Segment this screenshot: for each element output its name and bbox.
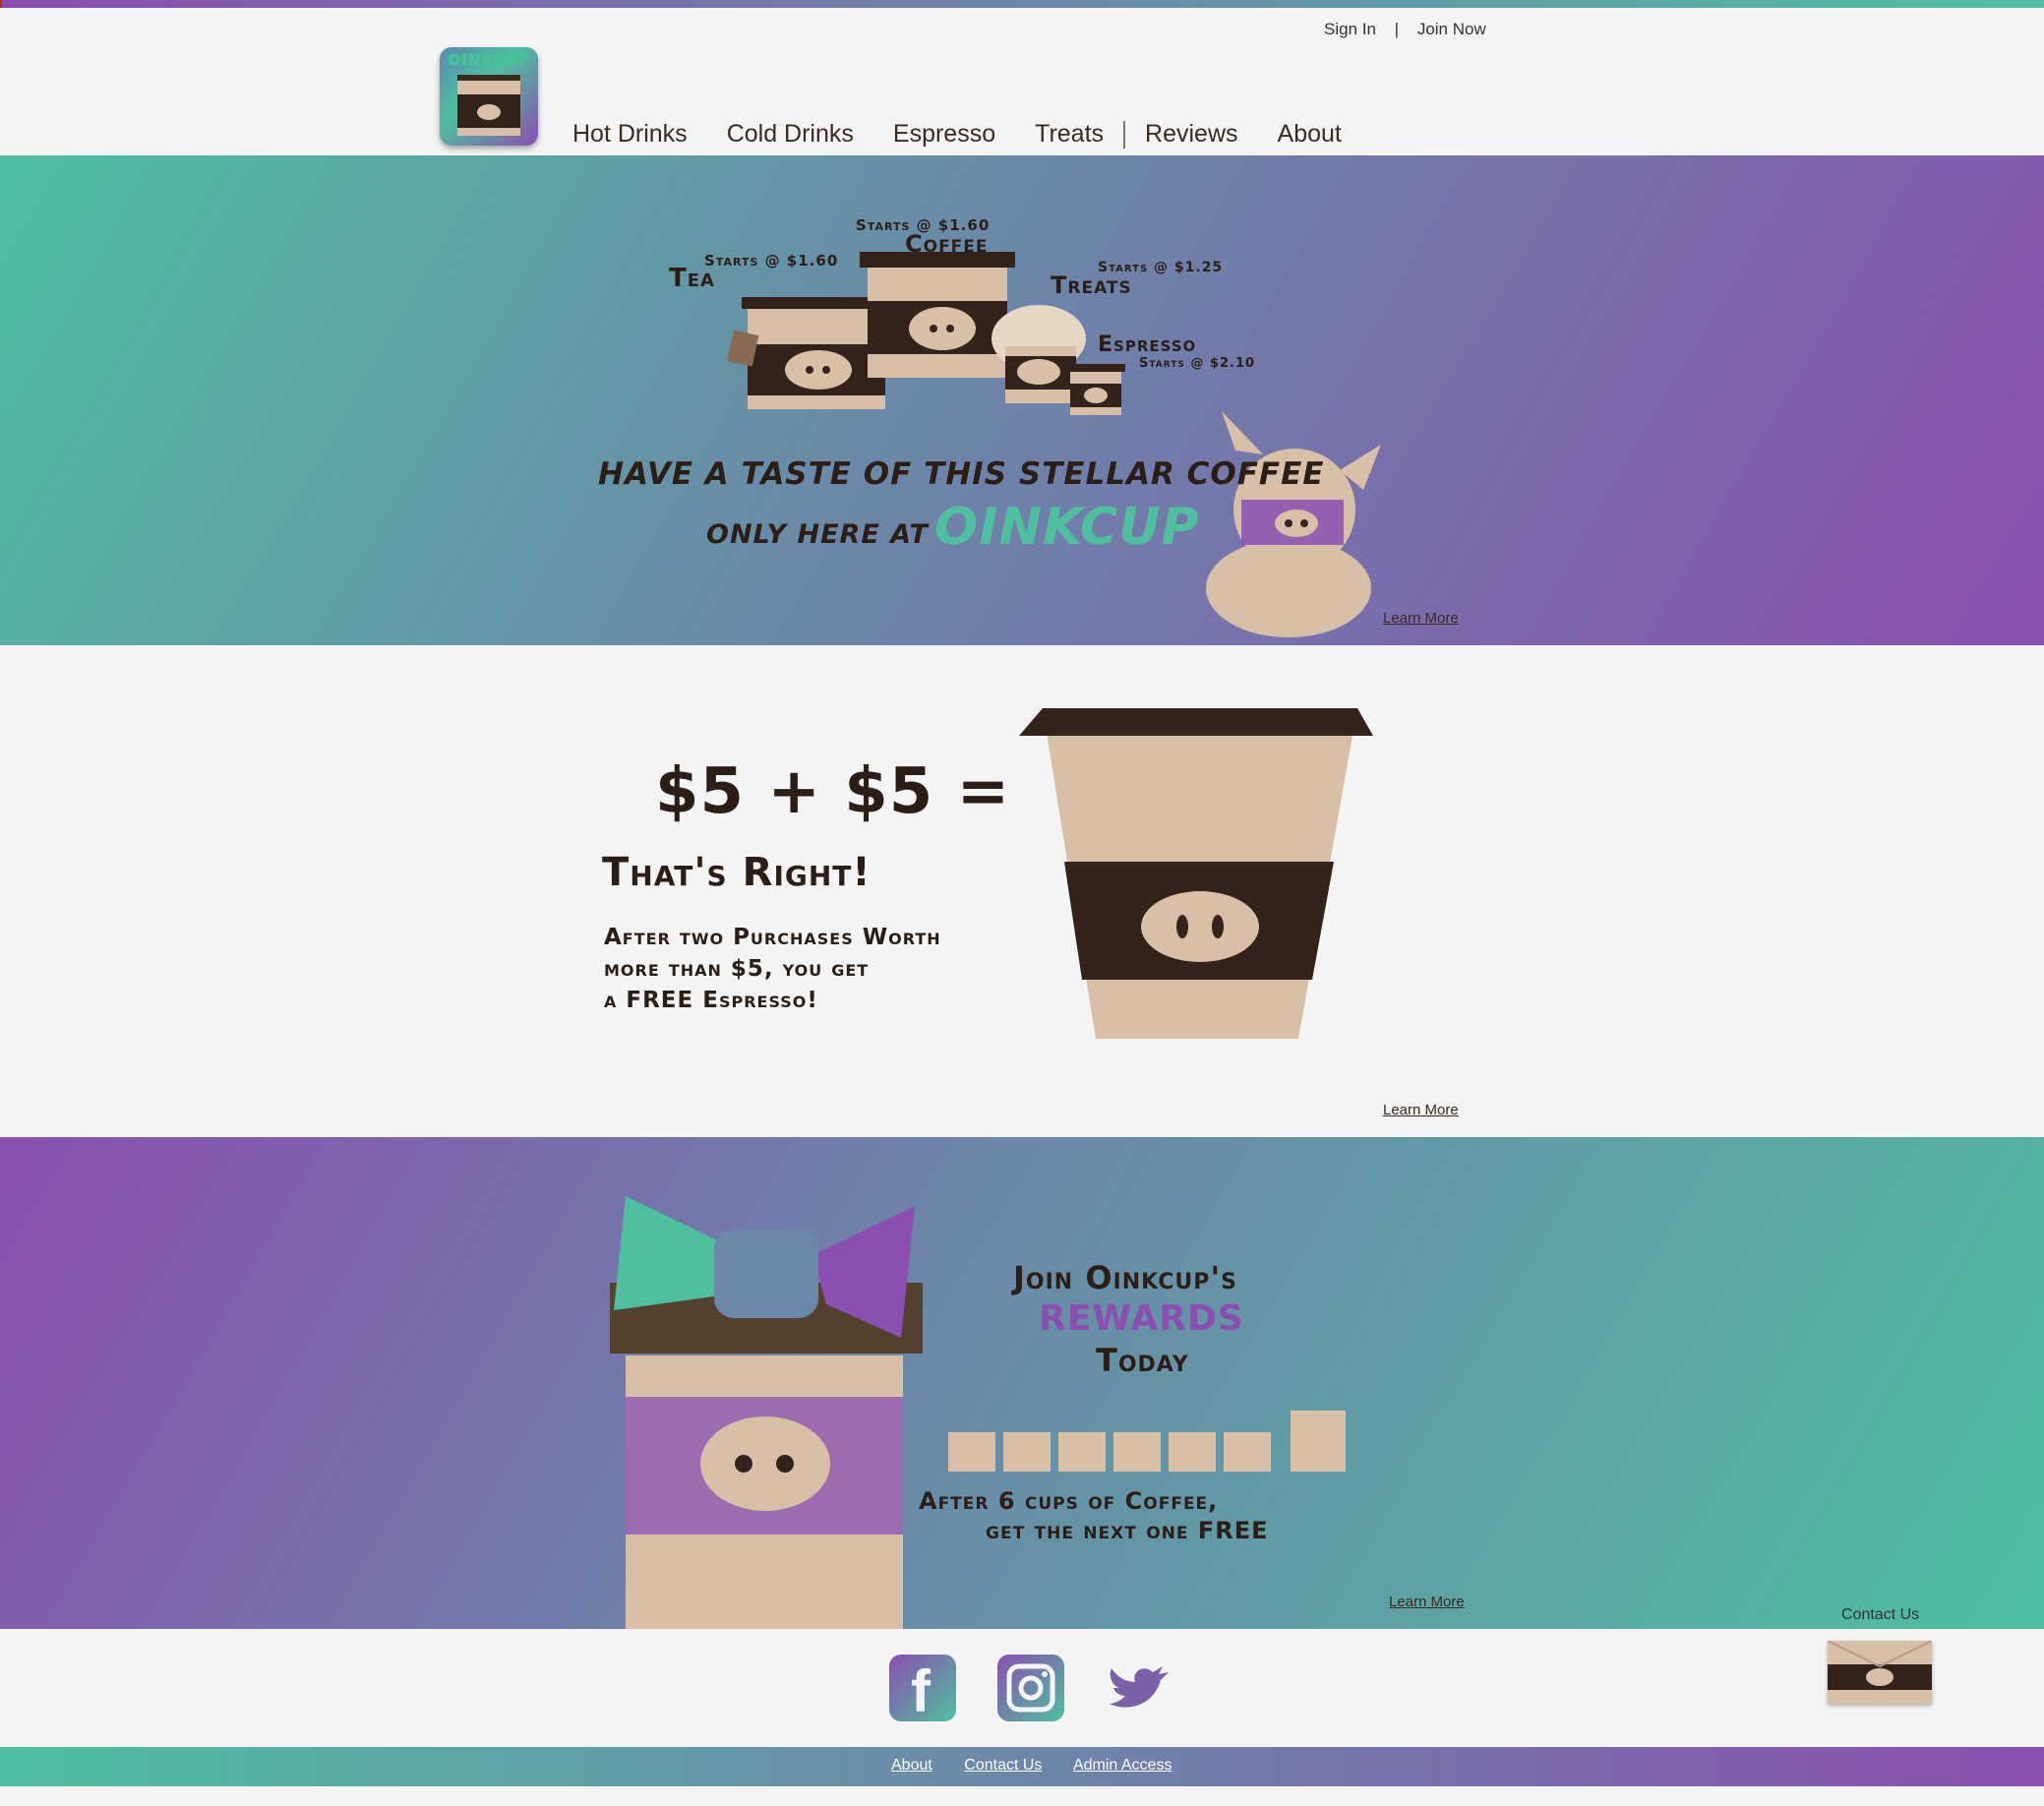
auth-links: Sign In | Join Now — [1324, 20, 1486, 39]
site-header: Sign In | Join Now OINKCUP Hot Drinks Co… — [0, 8, 2044, 155]
footer-about-link[interactable]: About — [891, 1757, 932, 1774]
site-logo[interactable]: OINKCUP — [440, 47, 538, 146]
promo-body-1: After two Purchases Worth — [604, 925, 941, 950]
nav-about[interactable]: About — [1278, 120, 1342, 149]
tea-price: Starts @ $1.60 — [704, 252, 839, 270]
footer-contact-link[interactable]: Contact Us — [964, 1757, 1042, 1774]
facebook-icon[interactable]: f — [889, 1655, 956, 1724]
footer-admin-link[interactable]: Admin Access — [1073, 1757, 1172, 1774]
nav-reviews[interactable]: Reviews — [1145, 120, 1237, 149]
treats-label: Treats — [1051, 271, 1132, 299]
hero-banner: Starts @ $1.60 Tea Starts @ $1.60 Coffee… — [0, 155, 2044, 645]
reward-cups-row — [948, 1411, 1346, 1472]
site-footer: About Contact Us Admin Access — [0, 1747, 2044, 1786]
rewards-line-1: Join Oinkcup's — [1013, 1259, 1237, 1296]
espresso-cup-icon — [1066, 364, 1125, 415]
coffee-cup-icon — [860, 252, 1015, 378]
rewards-body-2: get the next one FREE — [986, 1517, 1269, 1544]
gift-box-icon — [610, 1196, 923, 1629]
rewards-body-1: After 6 cups of Coffee, — [919, 1487, 1219, 1515]
envelope-icon[interactable] — [1827, 1640, 1933, 1704]
pig-mascot-icon — [1206, 411, 1381, 637]
hero-illustration — [727, 252, 1381, 637]
nav-hot-drinks[interactable]: Hot Drinks — [572, 120, 688, 149]
big-coffee-cup-icon — [1019, 708, 1373, 1039]
svg-text:f: f — [911, 1658, 932, 1721]
nav-cold-drinks[interactable]: Cold Drinks — [727, 120, 854, 149]
join-now-link[interactable]: Join Now — [1417, 20, 1486, 39]
tea-label: Tea — [669, 264, 715, 293]
logo-snout-icon — [477, 104, 501, 120]
promo-section: $5 + $5 = That's Right! After two Purcha… — [0, 645, 2044, 1137]
rewards-learn-more-link[interactable]: Learn More — [1389, 1594, 1465, 1610]
rewards-section: Join Oinkcup's REWARDS Today After 6 cup… — [0, 1137, 2044, 1629]
nav-divider — [1123, 120, 1126, 149]
footer-links: About Contact Us Admin Access — [891, 1757, 1199, 1775]
contact-us-label[interactable]: Contact Us — [1841, 1606, 1919, 1624]
logo-text: OINKCUP — [448, 51, 530, 69]
main-nav: Hot Drinks Cold Drinks Espresso Treats R… — [572, 120, 1381, 149]
espresso-price: Starts @ $2.10 — [1139, 356, 1256, 371]
espresso-label: Espresso — [1098, 332, 1197, 357]
promo-body-3: a FREE Espresso! — [604, 988, 818, 1013]
rewards-line-3: Today — [1096, 1342, 1189, 1379]
nav-treats[interactable]: Treats — [1035, 120, 1104, 149]
tea-cup-icon — [727, 297, 891, 409]
coffee-label: Coffee — [905, 230, 989, 258]
rewards-line-2: REWARDS — [1039, 1298, 1244, 1339]
promo-learn-more-link[interactable]: Learn More — [1383, 1102, 1459, 1118]
promo-headline: That's Right! — [602, 850, 872, 895]
promo-cup-illustration — [1019, 708, 1373, 1039]
rewards-illustration — [610, 1196, 1346, 1629]
hero-tagline-1: HAVE A TASTE OF THIS STELLAR COFFEE — [598, 456, 1325, 492]
auth-separator: | — [1394, 20, 1400, 38]
twitter-icon[interactable] — [1106, 1655, 1172, 1721]
instagram-icon[interactable] — [997, 1655, 1064, 1721]
promo-equation: $5 + $5 = — [655, 755, 1011, 828]
sign-in-link[interactable]: Sign In — [1324, 20, 1376, 39]
nav-espresso[interactable]: Espresso — [893, 120, 995, 149]
hero-tagline-2: ONLY HERE AT — [706, 519, 929, 550]
promo-body-2: more than $5, you get — [604, 956, 870, 982]
hero-learn-more-link[interactable]: Learn More — [1383, 610, 1459, 627]
top-accent-bar — [0, 0, 2044, 8]
hero-brand: OINKCUP — [934, 498, 1200, 557]
